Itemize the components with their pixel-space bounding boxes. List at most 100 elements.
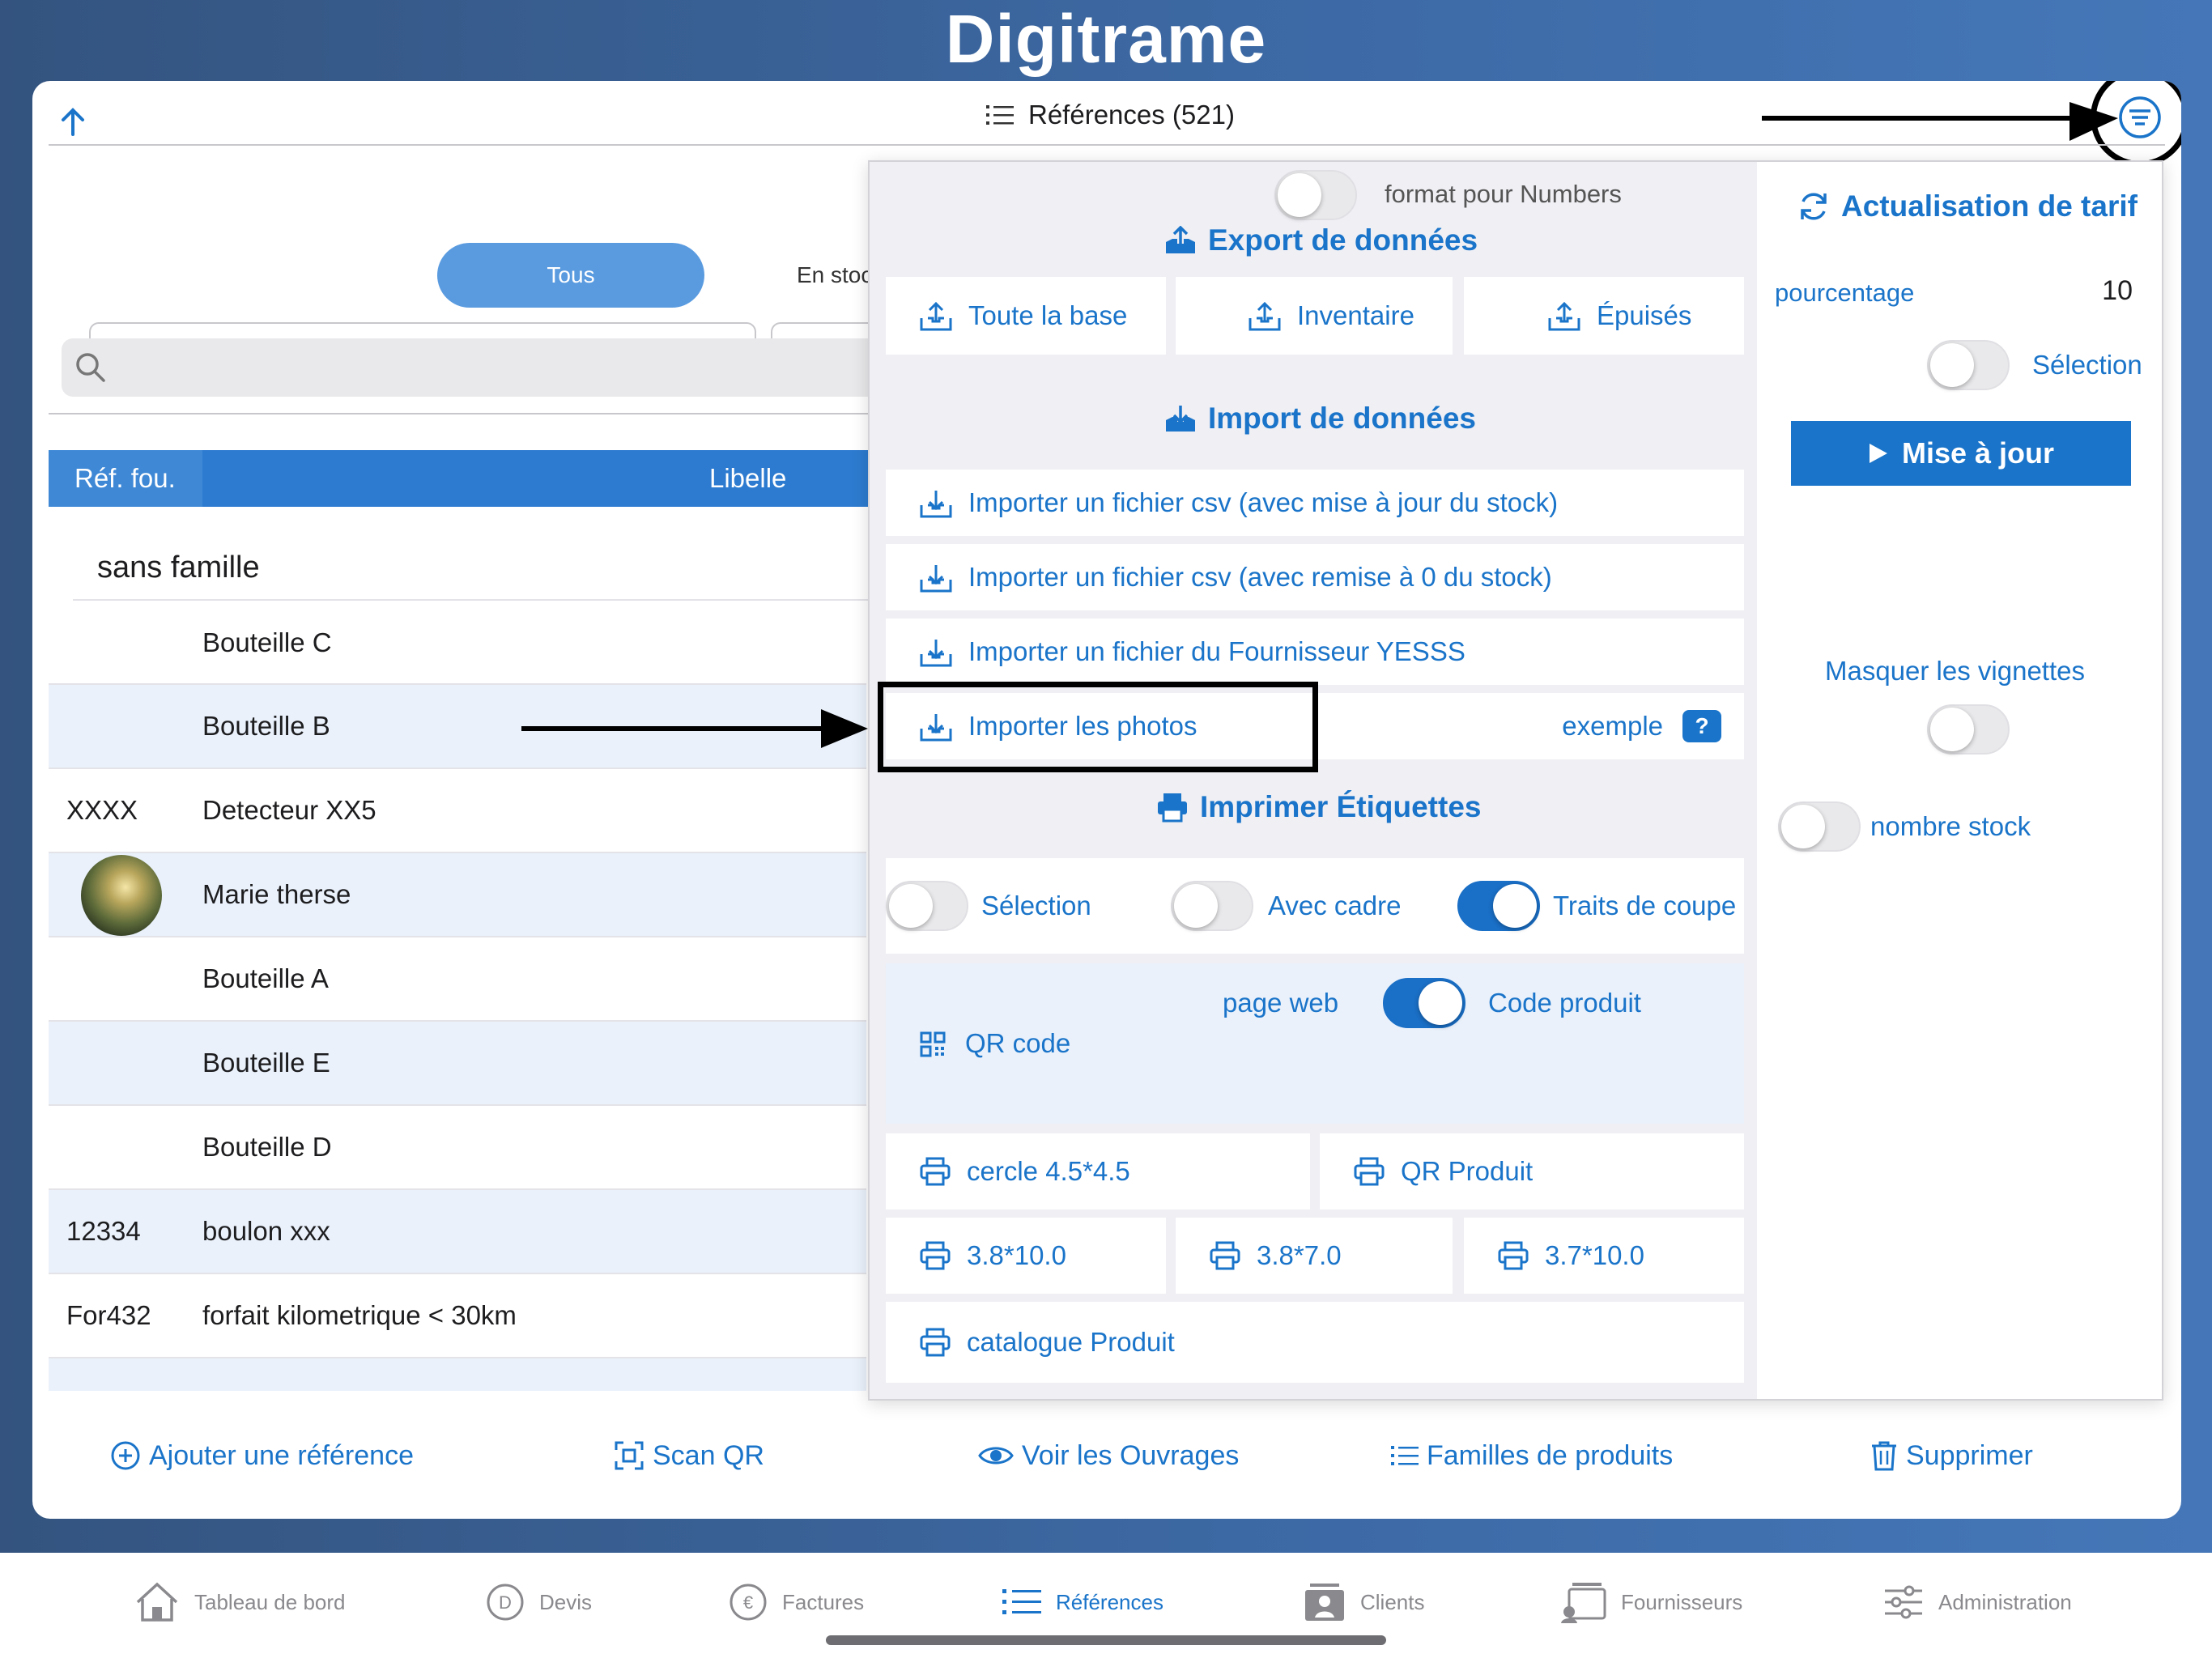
row-label: Detecteur XX5 — [202, 795, 376, 825]
print-38x100-button[interactable]: 3.8*10.0 — [886, 1218, 1166, 1294]
svg-text:D: D — [499, 1592, 512, 1613]
table-row[interactable] — [49, 1357, 866, 1391]
printer-icon — [920, 1328, 951, 1357]
print-37x100-button[interactable]: 3.7*10.0 — [1464, 1218, 1744, 1294]
segment-all[interactable]: Tous — [437, 243, 704, 308]
search-divider — [49, 413, 900, 414]
page-title-text: Références (521) — [1028, 100, 1235, 130]
tab-dashboard-label: Tableau de bord — [194, 1589, 346, 1614]
delete-button[interactable]: Supprimer — [1870, 1431, 2033, 1480]
tab-invoices[interactable]: € Factures — [729, 1574, 864, 1630]
product-families-button[interactable]: Familles de produits — [1391, 1431, 1673, 1480]
import-csv-update-button[interactable]: Importer un fichier csv (avec mise à jou… — [886, 470, 1744, 536]
table-row[interactable]: Bouteille A — [49, 936, 866, 1020]
print-qr-product-button[interactable]: QR Produit — [1320, 1133, 1744, 1209]
help-icon[interactable]: ? — [1682, 710, 1721, 742]
stock-count-toggle[interactable] — [1778, 801, 1861, 852]
percent-input[interactable]: 10 — [2076, 275, 2133, 307]
print-38x70-label: 3.8*7.0 — [1257, 1240, 1342, 1270]
upload-icon — [1249, 300, 1281, 331]
print-catalogue-button[interactable]: catalogue Produit — [886, 1302, 1744, 1383]
list-icon — [986, 103, 1014, 127]
print-section-label: Imprimer Étiquettes — [1200, 790, 1482, 823]
options-main-column: format pour Numbers Export de données To… — [870, 162, 1757, 1399]
scan-qr-icon — [614, 1440, 644, 1471]
quote-d-icon: D — [486, 1583, 525, 1622]
example-link[interactable]: exemple — [1562, 711, 1663, 742]
house-icon — [134, 1581, 180, 1623]
scroll-up-icon[interactable] — [55, 104, 91, 139]
import-yesss-label: Importer un fichier du Fournisseur YESSS — [968, 636, 1465, 666]
print-section-title: Imprimer Étiquettes — [1156, 790, 1481, 824]
tab-clients[interactable]: Clients — [1304, 1574, 1424, 1630]
export-all-label: Toute la base — [968, 300, 1128, 330]
view-works-button[interactable]: Voir les Ouvrages — [978, 1431, 1239, 1480]
row-label: Bouteille E — [202, 1048, 330, 1078]
download-icon — [920, 487, 952, 518]
printer-icon — [920, 1241, 951, 1270]
plus-circle-icon — [110, 1440, 141, 1471]
numbers-format-label: format pour Numbers — [1385, 180, 1622, 208]
tab-invoices-label: Factures — [782, 1589, 865, 1614]
tab-quotes[interactable]: D Devis — [486, 1574, 592, 1630]
filter-menu-icon[interactable] — [2091, 81, 2181, 167]
col-label-header[interactable]: Libelle — [709, 463, 786, 494]
tab-dashboard[interactable]: Tableau de bord — [134, 1574, 345, 1630]
upload-tray-icon — [1164, 226, 1197, 255]
table-row[interactable]: 12334 boulon xxx — [49, 1188, 866, 1273]
export-depleted-button[interactable]: Épuisés — [1464, 277, 1744, 355]
export-all-button[interactable]: Toute la base — [886, 277, 1166, 355]
table-header: Réf. fou. Libelle — [49, 450, 900, 507]
annotation-arrow-top — [1762, 102, 2134, 151]
sliders-icon — [1883, 1584, 1924, 1620]
import-csv-reset-button[interactable]: Importer un fichier csv (avec remise à 0… — [886, 544, 1744, 610]
tab-references[interactable]: Références — [1002, 1574, 1163, 1630]
export-inventory-button[interactable]: Inventaire — [1176, 277, 1453, 355]
product-families-label: Familles de produits — [1427, 1439, 1674, 1471]
scan-qr-label: Scan QR — [653, 1439, 764, 1471]
page-web-label: page web — [1223, 988, 1339, 1018]
table-row[interactable]: XXXX Detecteur XX5 — [49, 767, 866, 852]
table-row[interactable]: Bouteille C — [49, 601, 866, 685]
print-circle-label: cercle 4.5*4.5 — [967, 1156, 1130, 1186]
table-row[interactable]: Bouteille D — [49, 1104, 866, 1188]
product-thumbnail — [81, 855, 162, 936]
tab-suppliers[interactable]: Fournisseurs — [1559, 1574, 1742, 1630]
tab-clients-label: Clients — [1360, 1589, 1425, 1614]
import-yesss-button[interactable]: Importer un fichier du Fournisseur YESSS — [886, 619, 1744, 685]
play-icon — [1868, 442, 1889, 465]
print-frame-toggle[interactable] — [1171, 881, 1253, 931]
export-section-label: Export de données — [1208, 223, 1478, 257]
print-circle-button[interactable]: cercle 4.5*4.5 — [886, 1133, 1310, 1209]
tab-quotes-label: Devis — [539, 1589, 593, 1614]
download-icon — [920, 636, 952, 667]
contact-card-icon — [1304, 1582, 1346, 1622]
update-button[interactable]: Mise à jour — [1791, 421, 2131, 486]
search-icon — [74, 351, 107, 384]
code-produit-toggle[interactable] — [1383, 978, 1465, 1028]
hide-thumbnails-label: Masquer les vignettes — [1825, 656, 2085, 686]
cut-lines-toggle[interactable] — [1457, 881, 1540, 931]
numbers-format-toggle[interactable] — [1274, 170, 1357, 220]
table-row[interactable]: Bouteille E — [49, 1020, 866, 1104]
search-input[interactable] — [62, 338, 900, 397]
table-row[interactable]: For432 forfait kilometrique < 30km — [49, 1273, 866, 1357]
home-indicator[interactable] — [826, 1635, 1386, 1645]
table-row[interactable]: Marie therse — [49, 852, 866, 936]
options-panel: format pour Numbers Export de données To… — [868, 160, 2163, 1401]
cut-lines-label: Traits de coupe — [1553, 891, 1737, 920]
print-38x70-button[interactable]: 3.8*7.0 — [1176, 1218, 1453, 1294]
qr-code-icon — [920, 1031, 946, 1057]
import-section-title: Import de données — [1164, 402, 1476, 436]
row-label: Bouteille A — [202, 963, 329, 993]
col-ref-header[interactable]: Réf. fou. — [49, 450, 202, 507]
tariff-selection-toggle[interactable] — [1927, 340, 2010, 390]
tab-administration[interactable]: Administration — [1883, 1574, 2072, 1630]
header-divider — [49, 144, 2165, 146]
hide-thumbnails-toggle[interactable] — [1927, 704, 2010, 755]
add-reference-button[interactable]: Ajouter une référence — [110, 1431, 414, 1480]
print-frame-label: Avec cadre — [1268, 891, 1402, 920]
print-selection-toggle[interactable] — [886, 881, 968, 931]
row-ref: XXXX — [66, 795, 138, 825]
scan-qr-button[interactable]: Scan QR — [614, 1431, 764, 1480]
